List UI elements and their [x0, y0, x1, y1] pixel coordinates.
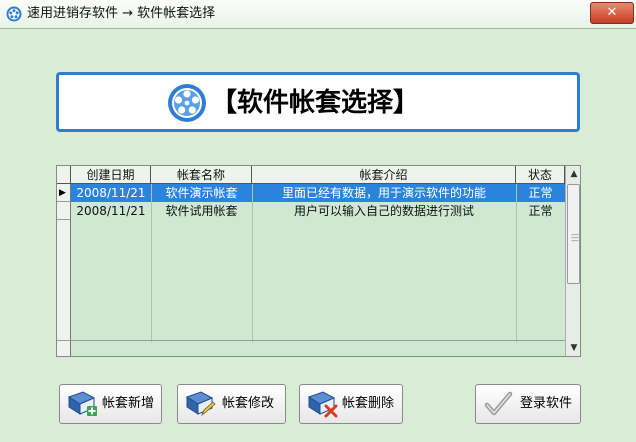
- checkmark-icon: [484, 391, 513, 416]
- window-title: 速用进销存软件 → 软件帐套选择: [27, 6, 216, 21]
- close-icon: ✕: [606, 5, 618, 20]
- account-table[interactable]: 创建日期 帐套名称 帐套介绍 状态 ▶ 2008/11/21 软件演示帐套 里面…: [56, 165, 581, 357]
- vertical-scrollbar[interactable]: ▲ — — — ▼: [565, 166, 580, 356]
- cell-name[interactable]: 软件试用帐套: [151, 202, 252, 220]
- login-label: 登录软件: [520, 396, 573, 411]
- edit-account-label: 帐套修改: [222, 396, 275, 411]
- row-indicator-header: [57, 166, 71, 184]
- column-header-description[interactable]: 帐套介绍: [252, 166, 516, 184]
- scroll-up-arrow-icon[interactable]: ▲: [566, 166, 580, 182]
- grip-icon: — — —: [571, 230, 579, 245]
- login-button[interactable]: 登录软件: [475, 384, 581, 424]
- cell-date[interactable]: 2008/11/21: [71, 202, 151, 220]
- delete-account-button[interactable]: 帐套删除: [299, 384, 403, 424]
- row-indicator[interactable]: ▶: [57, 184, 71, 202]
- book-edit-icon: [185, 391, 216, 417]
- column-divider: [252, 184, 253, 342]
- cell-description[interactable]: 用户可以输入自己的数据进行测试: [252, 202, 516, 220]
- app-icon: [6, 6, 22, 22]
- close-button[interactable]: ✕: [590, 2, 634, 24]
- book-add-icon: [67, 391, 97, 416]
- column-header-status[interactable]: 状态: [516, 166, 565, 184]
- book-delete-icon: [307, 391, 338, 418]
- column-header-date[interactable]: 创建日期: [71, 166, 151, 184]
- row-indicator[interactable]: [57, 202, 71, 220]
- app-logo-icon: [168, 84, 206, 122]
- cell-description[interactable]: 里面已经有数据，用于演示软件的功能: [252, 184, 516, 202]
- column-header-name[interactable]: 帐套名称: [151, 166, 252, 184]
- column-divider: [151, 184, 152, 342]
- delete-account-label: 帐套删除: [342, 396, 395, 411]
- scroll-thumb[interactable]: — — —: [567, 184, 580, 284]
- header-banner: 【软件帐套选择】: [56, 72, 580, 132]
- row-indicator-column: [57, 220, 71, 340]
- edit-account-button[interactable]: 帐套修改: [177, 384, 286, 424]
- cell-status[interactable]: 正常: [516, 184, 565, 202]
- add-account-button[interactable]: 帐套新增: [59, 384, 162, 424]
- banner-title: 【软件帐套选择】: [211, 88, 420, 118]
- account-select-window: 速用进销存软件 → 软件帐套选择 ✕ 【软件帐套选择】 创建日期 帐套名称 帐套…: [0, 0, 636, 442]
- scroll-down-arrow-icon[interactable]: ▼: [566, 340, 580, 356]
- cell-name[interactable]: 软件演示帐套: [151, 184, 252, 202]
- add-account-label: 帐套新增: [102, 396, 155, 411]
- column-divider: [516, 184, 517, 342]
- current-row-arrow-icon: ▶: [59, 188, 66, 198]
- title-bar[interactable]: 速用进销存软件 → 软件帐套选择 ✕: [0, 0, 636, 29]
- cell-date[interactable]: 2008/11/21: [71, 184, 151, 202]
- cell-status[interactable]: 正常: [516, 202, 565, 220]
- footer-divider: [57, 340, 565, 341]
- row-indicator-footer: [57, 341, 71, 356]
